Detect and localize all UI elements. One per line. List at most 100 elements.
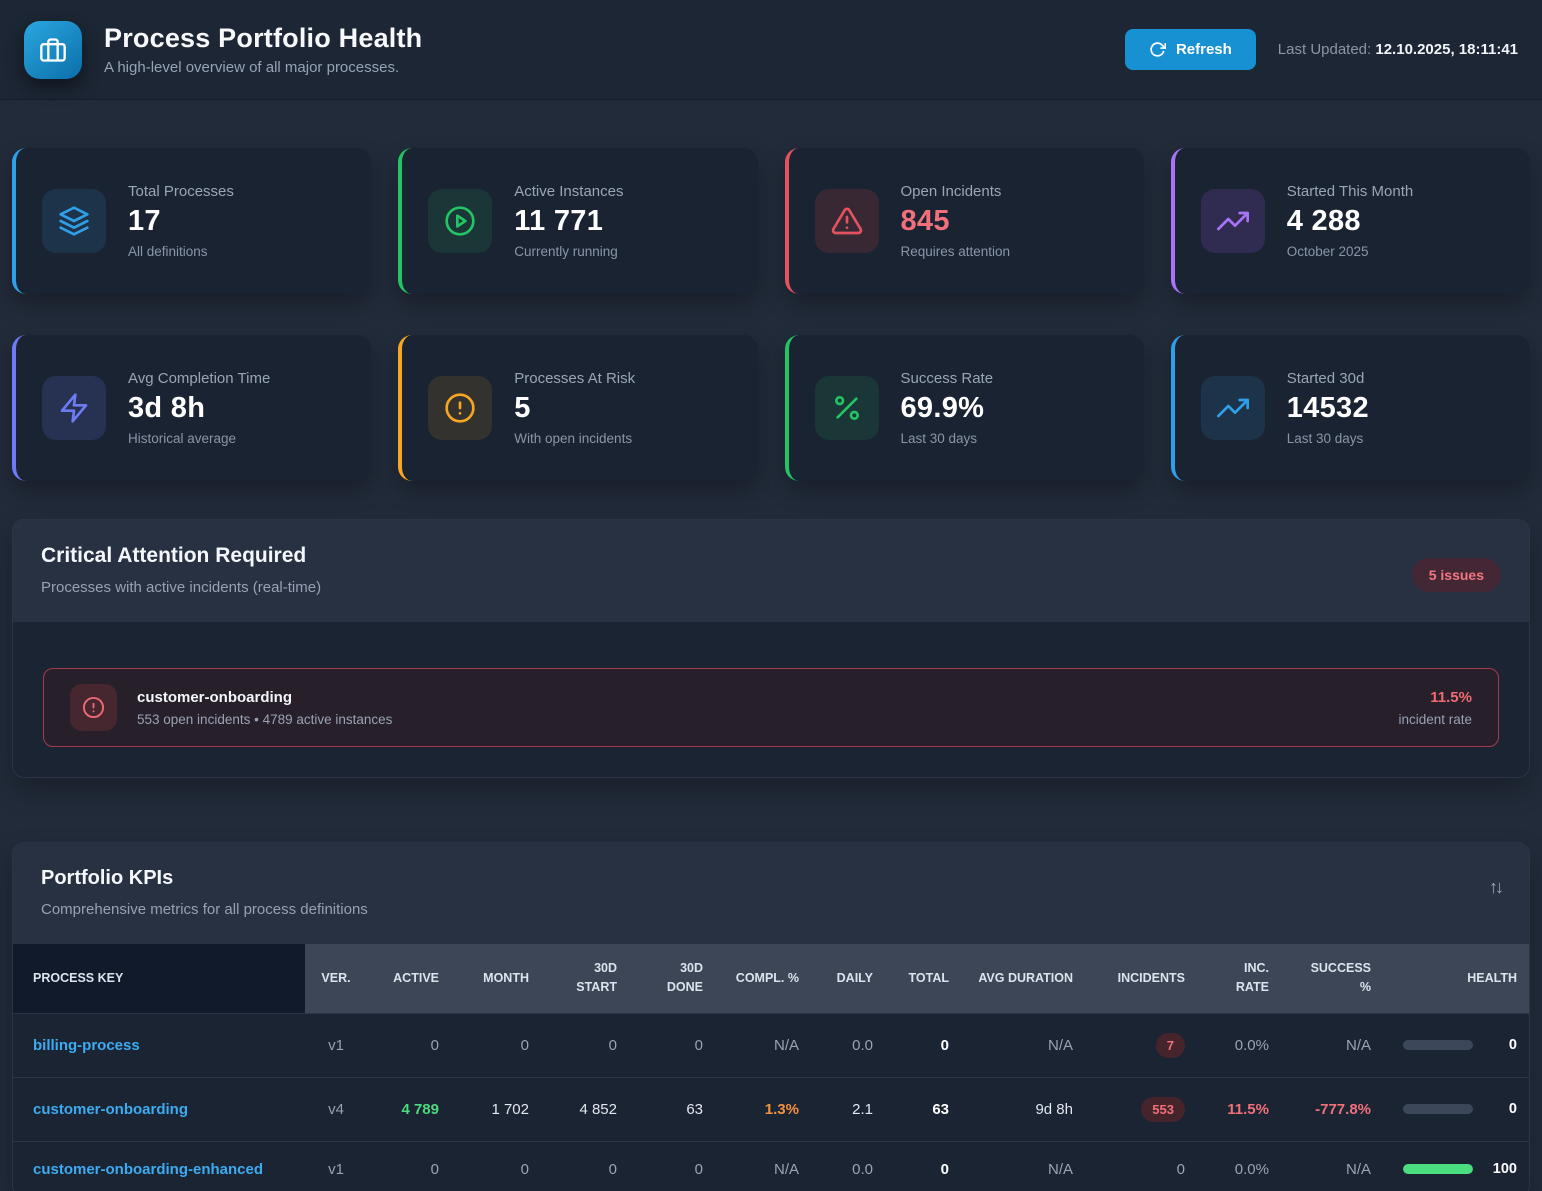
portfolio-kpis-section: Portfolio KPIs Comprehensive metrics for… <box>12 842 1530 1191</box>
avg-duration-cell: 9d 8h <box>963 1077 1087 1141</box>
kpi-card-started-this-month: Started This Month 4 288 October 2025 <box>1171 148 1530 294</box>
process-key-link[interactable]: customer-onboarding-enhanced <box>33 1161 263 1178</box>
done-30d-cell: 63 <box>631 1077 717 1141</box>
page-subtitle: A high-level overview of all major proce… <box>104 59 422 76</box>
alert-process-name: customer-onboarding <box>137 689 392 706</box>
health-cell: 0 <box>1385 1077 1530 1141</box>
kpi-card-success-rate: Success Rate 69.9% Last 30 days <box>785 335 1144 481</box>
kpi-card-avg-completion-time: Avg Completion Time 3d 8h Historical ave… <box>12 335 371 481</box>
table-header-row: PROCESS KEY VER. ACTIVE MONTH 30D START … <box>13 944 1530 1013</box>
health-score: 0 <box>1489 1037 1517 1053</box>
table-row: billing-processv10000N/A0.00N/A70.0%N/A0 <box>13 1013 1530 1077</box>
col-header-avg-duration[interactable]: AVG DURATION <box>963 944 1087 1013</box>
incident-rate-value: 11.5% <box>1398 689 1472 706</box>
percent-icon <box>815 376 879 440</box>
kpi-value: 14532 <box>1287 392 1369 425</box>
process-key-link[interactable]: customer-onboarding <box>33 1101 188 1118</box>
col-header-total[interactable]: TOTAL <box>887 944 963 1013</box>
col-header-incidents[interactable]: INCIDENTS <box>1087 944 1199 1013</box>
success-cell: -777.8% <box>1283 1077 1385 1141</box>
critical-title: Critical Attention Required <box>41 544 321 568</box>
kpi-card-processes-at-risk: Processes At Risk 5 With open incidents <box>398 335 757 481</box>
refresh-button[interactable]: Refresh <box>1125 29 1256 70</box>
kpi-sub: All definitions <box>128 244 234 259</box>
trending-up-icon <box>1201 376 1265 440</box>
success-cell: N/A <box>1283 1141 1385 1191</box>
table-row: customer-onboardingv44 7891 7024 852631.… <box>13 1077 1530 1141</box>
done-30d-cell: 0 <box>631 1013 717 1077</box>
daily-cell: 2.1 <box>813 1077 887 1141</box>
health-score: 100 <box>1489 1161 1517 1177</box>
kpi-label: Processes At Risk <box>514 370 635 387</box>
incident-rate-cell: 0.0% <box>1199 1141 1283 1191</box>
col-header-month[interactable]: MONTH <box>453 944 543 1013</box>
col-header-compl[interactable]: COMPL. % <box>717 944 813 1013</box>
kpi-value: 11 771 <box>514 205 623 238</box>
kpi-value: 69.9% <box>901 392 994 425</box>
start-30d-cell: 0 <box>543 1013 631 1077</box>
kpi-sub: Requires attention <box>901 244 1011 259</box>
layers-icon <box>42 189 106 253</box>
col-header-daily[interactable]: DAILY <box>813 944 887 1013</box>
col-header-health[interactable]: HEALTH <box>1385 944 1530 1013</box>
health-bar <box>1403 1104 1473 1114</box>
kpi-sub: Historical average <box>128 431 270 446</box>
col-header-active[interactable]: ACTIVE <box>367 944 453 1013</box>
col-header-success[interactable]: SUCCESS % <box>1283 944 1385 1013</box>
critical-section: Critical Attention Required Processes wi… <box>12 519 1530 778</box>
refresh-label: Refresh <box>1176 41 1232 58</box>
portfolio-title: Portfolio KPIs <box>41 867 368 890</box>
briefcase-app-icon <box>24 21 82 79</box>
incident-alert-row[interactable]: customer-onboarding 553 open incidents •… <box>43 668 1499 747</box>
col-header-30d-start[interactable]: 30D START <box>543 944 631 1013</box>
kpi-value: 5 <box>514 392 635 425</box>
kpi-table-body: billing-processv10000N/A0.00N/A70.0%N/A0… <box>13 1013 1530 1191</box>
page-title: Process Portfolio Health <box>104 23 422 54</box>
sort-icon[interactable]: ↑↓ <box>1489 877 1501 898</box>
incident-rate-cell: 11.5% <box>1199 1077 1283 1141</box>
start-30d-cell: 4 852 <box>543 1077 631 1141</box>
kpi-sub: Last 30 days <box>1287 431 1369 446</box>
kpi-value: 845 <box>901 205 1011 238</box>
trending-up-icon <box>1201 189 1265 253</box>
incident-rate-label: incident rate <box>1398 712 1472 727</box>
version-cell: v1 <box>305 1141 367 1191</box>
refresh-icon <box>1149 41 1166 58</box>
kpi-label: Success Rate <box>901 370 994 387</box>
kpi-label: Started 30d <box>1287 370 1369 387</box>
kpi-label: Active Instances <box>514 183 623 200</box>
month-cell: 1 702 <box>453 1077 543 1141</box>
table-row: customer-onboarding-enhancedv10000N/A0.0… <box>13 1141 1530 1191</box>
health-bar <box>1403 1164 1473 1174</box>
col-header-process-key[interactable]: PROCESS KEY <box>13 944 305 1013</box>
incidents-cell: 553 <box>1087 1077 1199 1141</box>
portfolio-kpi-table: PROCESS KEY VER. ACTIVE MONTH 30D START … <box>13 944 1530 1191</box>
completion-cell: N/A <box>717 1013 813 1077</box>
process-key-cell: customer-onboarding-enhanced <box>13 1141 305 1191</box>
completion-cell: N/A <box>717 1141 813 1191</box>
kpi-value: 17 <box>128 205 234 238</box>
kpi-label: Total Processes <box>128 183 234 200</box>
process-key-link[interactable]: billing-process <box>33 1037 140 1054</box>
col-header-ver[interactable]: VER. <box>305 944 367 1013</box>
health-score: 0 <box>1489 1101 1517 1117</box>
version-cell: v1 <box>305 1013 367 1077</box>
month-cell: 0 <box>453 1013 543 1077</box>
col-header-30d-done[interactable]: 30D DONE <box>631 944 717 1013</box>
portfolio-subtitle: Comprehensive metrics for all process de… <box>41 901 368 918</box>
last-updated: Last Updated: 12.10.2025, 18:11:41 <box>1278 41 1518 58</box>
daily-cell: 0.0 <box>813 1141 887 1191</box>
health-cell: 0 <box>1385 1013 1530 1077</box>
success-cell: N/A <box>1283 1013 1385 1077</box>
last-updated-value: 12.10.2025, 18:11:41 <box>1375 41 1518 58</box>
col-header-inc-rate[interactable]: INC. RATE <box>1199 944 1283 1013</box>
kpi-label: Started This Month <box>1287 183 1413 200</box>
kpi-sub: Currently running <box>514 244 623 259</box>
version-cell: v4 <box>305 1077 367 1141</box>
health-cell: 100 <box>1385 1141 1530 1191</box>
incidents-cell: 0 <box>1087 1141 1199 1191</box>
active-cell: 0 <box>367 1013 453 1077</box>
avg-duration-cell: N/A <box>963 1013 1087 1077</box>
active-cell: 4 789 <box>367 1077 453 1141</box>
kpi-sub: October 2025 <box>1287 244 1413 259</box>
